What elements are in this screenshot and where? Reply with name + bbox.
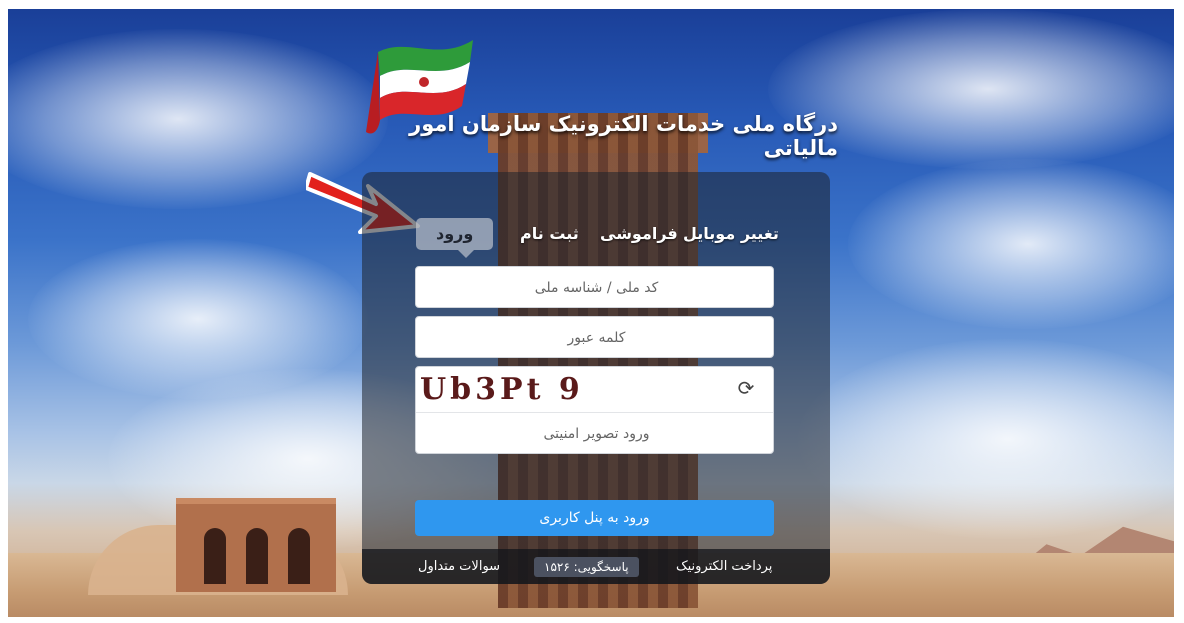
captcha-image: Ub3Pt 9	[420, 372, 584, 407]
tab-change-mobile[interactable]: تغییر موبایل	[683, 218, 779, 250]
tab-forgot-password[interactable]: فراموشی	[600, 218, 678, 250]
captcha-input[interactable]	[416, 413, 777, 455]
pavilion-arch	[246, 528, 268, 584]
page-title: درگاه ملی خدمات الکترونیک سازمان امور ما…	[409, 112, 838, 160]
pavilion-building	[176, 498, 336, 592]
cloud	[798, 339, 1174, 539]
refresh-icon[interactable]: ⟳	[735, 377, 757, 399]
tab-login[interactable]: ورود	[416, 218, 494, 258]
national-id-input[interactable]	[416, 267, 777, 309]
faq-link[interactable]: سوالات متداول	[418, 549, 500, 584]
captcha-box: Ub3Pt 9 ⟳	[415, 366, 777, 455]
pavilion-arch	[204, 528, 226, 584]
password-field	[415, 316, 777, 359]
password-input[interactable]	[416, 317, 777, 359]
auth-tabs: تغییر موبایل فراموشی ثبت نام ورود	[408, 218, 782, 258]
pavilion-arch	[288, 528, 310, 584]
login-submit-button[interactable]: ورود به پنل کاربری	[415, 500, 774, 536]
support-phone-badge: پاسخگویی: ۱۵۲۶	[534, 557, 639, 577]
national-id-field	[415, 266, 777, 309]
cloud	[848, 159, 1174, 329]
electronic-payment-link[interactable]: پرداخت الکترونیک	[676, 549, 772, 584]
tab-register[interactable]: ثبت نام	[520, 218, 579, 250]
